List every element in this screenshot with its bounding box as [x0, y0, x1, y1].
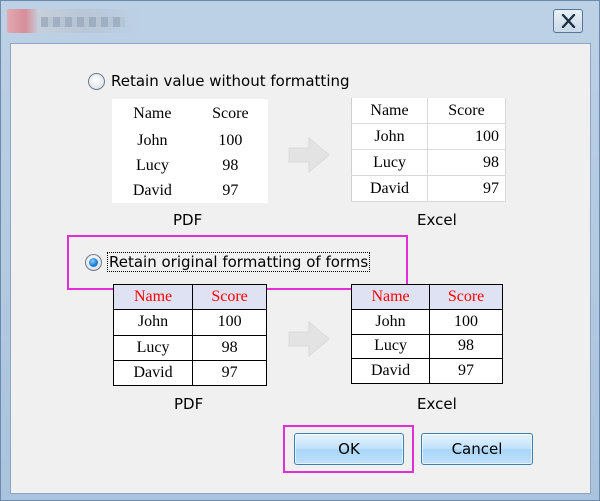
radio-button[interactable]: [88, 72, 105, 90]
table-header-cell: Score: [192, 283, 267, 311]
title-bar[interactable]: [1, 1, 599, 41]
close-button[interactable]: [553, 9, 583, 33]
radio-retain-value[interactable]: Retain value without formatting: [88, 72, 350, 90]
table-row: David 97: [112, 178, 268, 203]
dialog-body: Retain value without formatting Name Sco…: [10, 43, 591, 494]
pdf-caption: PDF: [174, 395, 204, 413]
excel-formatted-table: Name Score John 100 Lucy 98 David 97: [350, 284, 503, 384]
table-cell: John: [137, 131, 168, 149]
table-cell: 97: [429, 358, 503, 384]
table-row: John 100: [350, 308, 503, 335]
table-cell: David: [112, 359, 194, 387]
pdf-caption: PDF: [173, 211, 203, 229]
radio-retain-value-label: Retain value without formatting: [111, 72, 350, 90]
table-cell: 100: [429, 308, 503, 335]
arrow-right-icon: [288, 136, 330, 174]
arrow-right-icon: [288, 320, 330, 358]
table-cell: 98: [192, 334, 267, 361]
table-cell: 98: [427, 149, 506, 177]
table-row: David 97: [350, 358, 503, 384]
table-row: Lucy 98: [350, 333, 503, 360]
table-cell: 98: [429, 333, 503, 360]
close-icon: [561, 14, 576, 28]
table-row: John 100: [112, 128, 268, 153]
table-header-cell: Score: [427, 98, 506, 125]
table-cell: 100: [192, 309, 267, 336]
dialog-window: Retain value without formatting Name Sco…: [0, 0, 600, 501]
table-cell: Lucy: [351, 149, 428, 177]
table-cell: 97: [427, 175, 506, 202]
table-cell: David: [132, 181, 172, 199]
pdf-formatted-table: Name Score John 100 Lucy 98 David 97: [112, 283, 267, 387]
excel-plain-table: Name Score John 100 Lucy 98 David 97: [351, 98, 506, 202]
pdf-plain-table: Name Score John 100 Lucy 98 David 97: [112, 99, 268, 203]
ok-button[interactable]: OK: [294, 433, 404, 465]
table-header-cell: Name: [133, 104, 172, 122]
table-header-cell: Name: [350, 284, 431, 310]
table-row: John 100: [112, 309, 267, 336]
table-cell: Lucy: [112, 334, 194, 361]
table-row: David 97: [112, 359, 267, 387]
radio-button[interactable]: [85, 253, 102, 271]
table-cell: Lucy: [135, 156, 169, 174]
table-cell: David: [351, 175, 428, 202]
table-row: Name Score: [351, 98, 506, 125]
excel-caption: Excel: [417, 395, 457, 413]
table-cell: John: [350, 308, 431, 335]
table-row: Name Score: [350, 284, 503, 310]
table-row: Lucy 98: [112, 334, 267, 361]
table-row: Lucy 98: [351, 149, 506, 177]
table-cell: 97: [222, 181, 239, 199]
table-cell: Lucy: [350, 333, 431, 360]
table-cell: 97: [192, 359, 267, 387]
radio-retain-formatting[interactable]: Retain original formatting of forms: [85, 252, 371, 272]
table-row: John 100: [351, 123, 506, 151]
cancel-button[interactable]: Cancel: [421, 433, 533, 465]
table-header-cell: Name: [351, 98, 428, 125]
table-row: Lucy 98: [112, 153, 268, 178]
table-cell: 100: [427, 123, 506, 151]
table-cell: 100: [218, 131, 243, 149]
excel-caption: Excel: [417, 211, 457, 229]
radio-retain-formatting-label: Retain original formatting of forms: [106, 252, 371, 272]
table-header-cell: Name: [112, 283, 194, 311]
table-header-cell: Score: [212, 104, 249, 122]
table-row: David 97: [351, 175, 506, 202]
table-cell: David: [350, 358, 431, 384]
table-cell: 98: [222, 156, 239, 174]
table-row: Name Score: [112, 99, 268, 128]
table-row: Name Score: [112, 283, 267, 311]
table-cell: John: [112, 309, 194, 336]
blurred-title-logo: [7, 9, 139, 33]
table-cell: John: [351, 123, 428, 151]
table-header-cell: Score: [429, 284, 503, 310]
